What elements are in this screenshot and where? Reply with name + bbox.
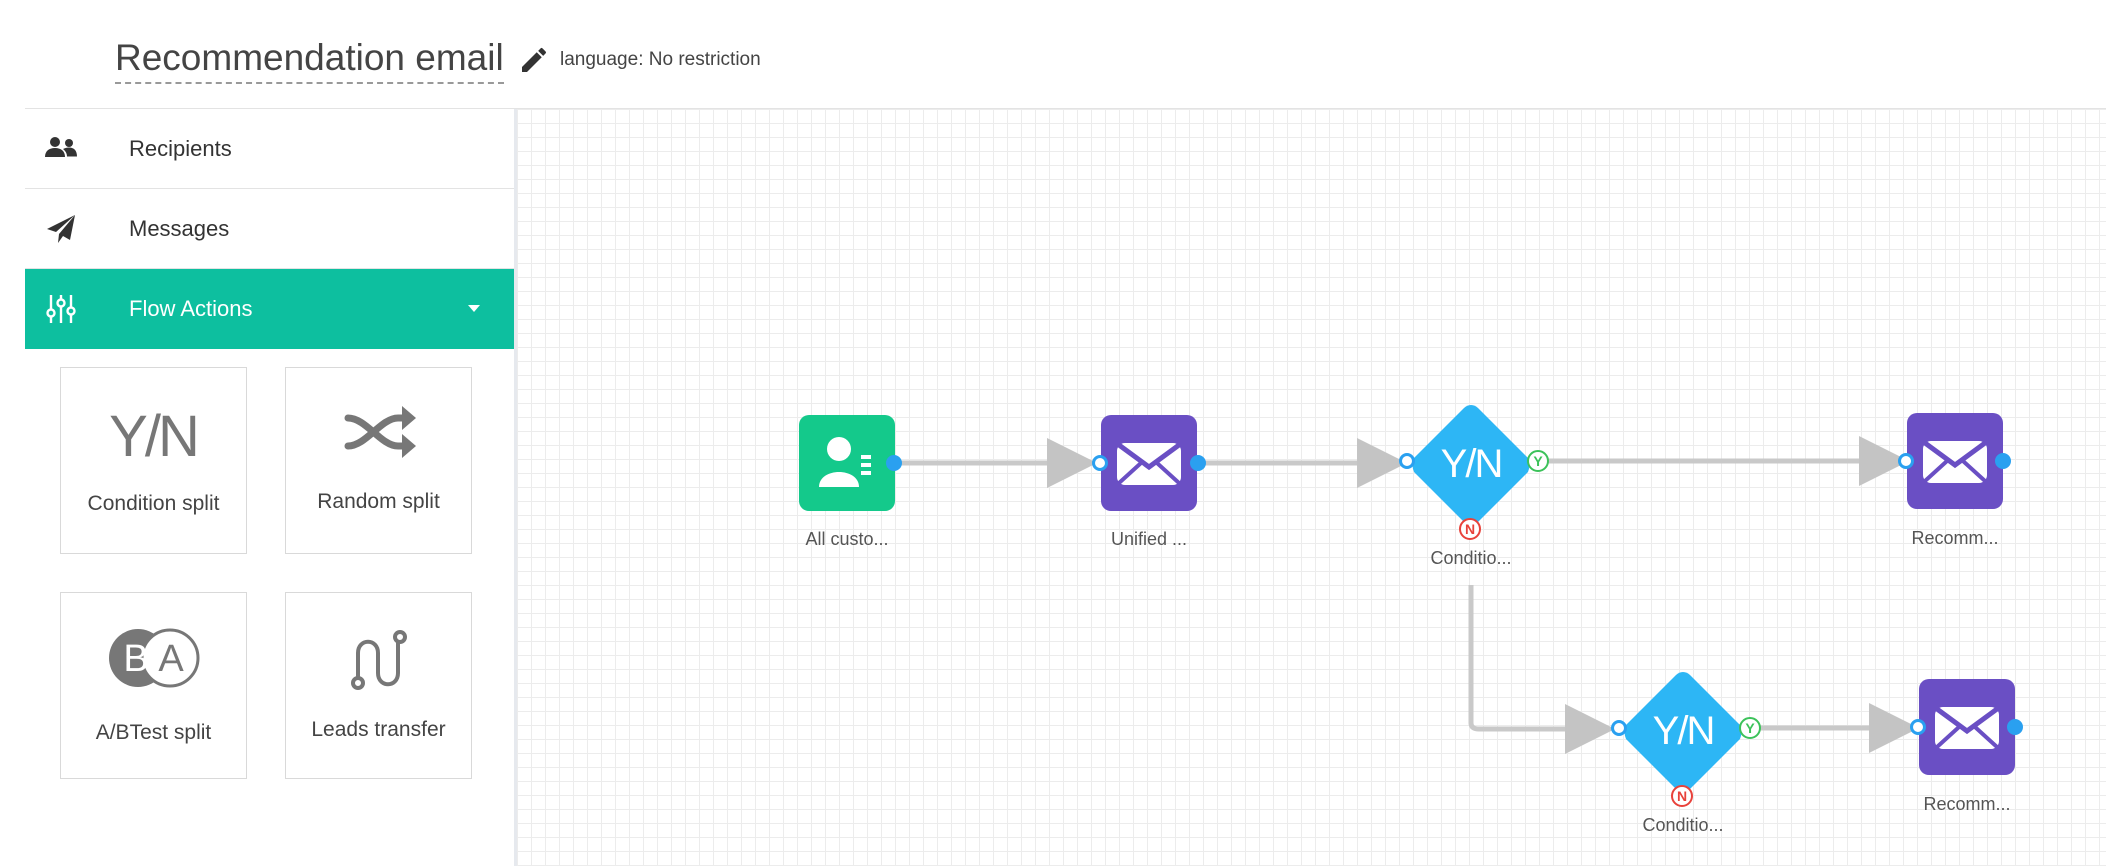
tile-condition-split[interactable]: Y/N Condition split [60, 367, 247, 554]
sidebar-item-recipients[interactable]: Recipients [25, 109, 514, 189]
chevron-down-icon[interactable] [468, 305, 480, 312]
node-label: Recomm... [1923, 794, 2011, 814]
input-port[interactable] [1910, 719, 1926, 735]
output-port[interactable] [1190, 455, 1206, 471]
svg-text:B: B [123, 638, 148, 680]
input-port[interactable] [1611, 720, 1627, 736]
node-label: Conditio... [1430, 548, 1512, 568]
svg-text:Y/N: Y/N [109, 404, 197, 468]
tile-random-split[interactable]: Random split [285, 367, 472, 554]
language-restriction: language: No restriction [560, 49, 761, 70]
contact-card-icon [819, 437, 871, 487]
pencil-icon[interactable] [518, 44, 550, 76]
svg-text:A: A [158, 638, 184, 680]
tile-label: Random split [317, 490, 440, 513]
sliders-icon [46, 295, 76, 323]
node-label: All custo... [805, 529, 889, 549]
link-condition-no-to-condition [1468, 585, 1615, 754]
input-port[interactable] [1092, 455, 1108, 471]
tile-leads-transfer[interactable]: Leads transfer [285, 592, 472, 779]
sidebar-item-label: Flow Actions [129, 296, 253, 321]
condition-diamond: Y/N [1412, 405, 1530, 525]
tile-label: Leads transfer [311, 718, 446, 741]
sidebar: Recipients Messages Flow Actions Y/N Con… [25, 109, 514, 866]
tile-ab-test-split[interactable]: B A A/BTest split [60, 592, 247, 779]
paper-plane-icon [47, 215, 75, 243]
shuffle-icon [344, 406, 416, 458]
node-label: Conditio... [1642, 815, 1724, 835]
tile-label: Condition split [87, 492, 220, 515]
flow-node-email[interactable] [1101, 415, 1197, 511]
sidebar-item-label: Messages [129, 216, 230, 241]
envelope-icon [1923, 440, 1987, 483]
yes-no-icon: Y/N [109, 404, 200, 468]
node-label: Recomm... [1911, 528, 1999, 548]
output-port[interactable] [886, 455, 902, 471]
ab-test-icon: B A [109, 628, 200, 688]
output-port[interactable] [1995, 453, 2011, 469]
yes-output-port[interactable]: Y [1739, 717, 1761, 739]
svg-text:Y/N: Y/N [1653, 709, 1714, 753]
svg-text:Y/N: Y/N [1441, 442, 1502, 486]
sidebar-item-flow-actions[interactable]: Flow Actions [25, 269, 514, 349]
envelope-icon [1935, 706, 1999, 749]
condition-diamond: Y/N [1624, 672, 1742, 792]
route-icon [351, 630, 407, 690]
users-icon [45, 137, 77, 157]
flow-node-condition[interactable]: Y/N [1407, 401, 1535, 529]
envelope-icon [1117, 442, 1181, 485]
input-port[interactable] [1399, 453, 1415, 469]
flow-node-email[interactable] [1919, 679, 2015, 775]
flow-title[interactable]: Recommendation email [115, 36, 504, 84]
no-output-port[interactable]: N [1671, 785, 1693, 807]
flow-node-condition[interactable]: Y/N [1619, 668, 1747, 796]
output-port[interactable] [2007, 719, 2023, 735]
sidebar-item-label: Recipients [129, 136, 232, 161]
no-output-port[interactable]: N [1459, 518, 1481, 540]
sidebar-item-messages[interactable]: Messages [25, 189, 514, 269]
tile-label: A/BTest split [95, 721, 212, 744]
page-header: Recommendation email language: No restri… [0, 0, 2106, 108]
flow-node-email[interactable] [1907, 413, 2003, 509]
flow-links [895, 436, 1919, 754]
flow-canvas[interactable]: All custo... Unified ... Y/N Y N Conditi… [517, 109, 2106, 866]
input-port[interactable] [1898, 453, 1914, 469]
yes-output-port[interactable]: Y [1527, 450, 1549, 472]
node-label: Unified ... [1110, 529, 1188, 549]
flow-node-audience[interactable] [799, 415, 895, 511]
